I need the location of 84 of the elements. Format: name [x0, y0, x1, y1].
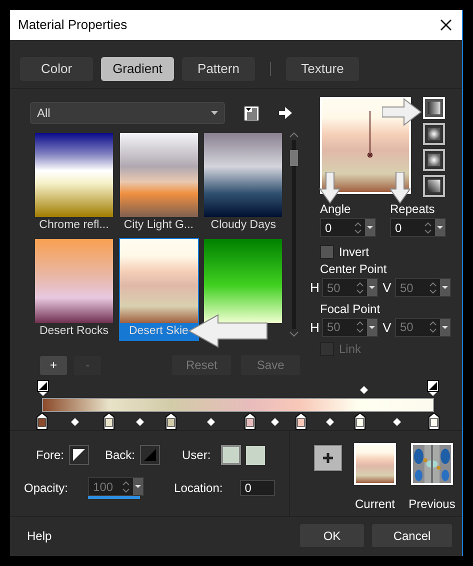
color-stop[interactable]	[165, 413, 178, 430]
filter-dropdown[interactable]: All	[30, 102, 225, 124]
angle-handle-icon[interactable]	[366, 111, 374, 161]
tab[interactable]: Texture	[286, 57, 359, 81]
h-spinner[interactable]: 50	[322, 278, 378, 298]
linear-style-icon[interactable]	[423, 97, 445, 119]
h-spinner[interactable]: 50	[322, 318, 378, 337]
pointer-arrow	[319, 172, 341, 204]
v-label: V	[382, 279, 392, 297]
add-swatch-button[interactable]	[314, 445, 342, 471]
v-spinner[interactable]: 50	[395, 318, 451, 337]
gradient-name: Desert Rocks	[39, 324, 109, 339]
checkbox[interactable]	[320, 245, 334, 259]
help-link[interactable]: Help	[27, 526, 52, 544]
color-marker-icon[interactable]	[37, 380, 49, 397]
scroll-down-icon[interactable]	[289, 331, 300, 337]
gradient-name: City Light G...	[124, 218, 194, 233]
close-icon[interactable]	[440, 19, 452, 31]
caret-icon	[211, 111, 218, 115]
back-label: Back:	[105, 447, 136, 464]
user-label: User:	[182, 447, 211, 464]
pointer-arrow	[382, 98, 422, 126]
color-stop[interactable]	[354, 413, 366, 430]
color-marker-icon[interactable]	[427, 380, 439, 397]
checkbox-label: Invert	[339, 244, 370, 261]
color-stop[interactable]	[244, 413, 256, 430]
h-label: H	[310, 318, 320, 336]
gradient-item[interactable]: City Light G...	[118, 132, 199, 235]
angle-spinner[interactable]: 0	[320, 218, 376, 237]
user-swatch[interactable]	[246, 446, 265, 464]
checkbox-label: Link	[339, 341, 362, 358]
repeats-spinner[interactable]: 0	[390, 218, 446, 237]
cancel-button[interactable]: Cancel	[372, 524, 452, 547]
midpoint-marker-icon[interactable]	[271, 418, 280, 426]
scroll-thumb[interactable]	[290, 150, 298, 166]
color-stop[interactable]	[294, 413, 307, 430]
gradient-name: Desert Skie	[128, 324, 188, 339]
ok-button[interactable]: OK	[300, 524, 364, 547]
arrow-right-icon[interactable]	[279, 107, 292, 119]
h-label: H	[310, 279, 320, 297]
gradient-item[interactable]: Chrome refl...	[34, 132, 114, 235]
radial-style-icon[interactable]	[423, 149, 445, 171]
location-label: Location:	[174, 480, 223, 497]
gradient-name: Cloudy Days	[210, 218, 276, 233]
color-stop[interactable]	[36, 413, 48, 430]
opacity-label: Opacity:	[24, 480, 68, 497]
scrollbar[interactable]	[288, 132, 300, 337]
gradient-preview[interactable]	[320, 97, 411, 194]
swatch-label: Previous	[408, 496, 456, 513]
rectangular-style-icon[interactable]	[423, 123, 445, 145]
background-swatch[interactable]	[140, 445, 160, 465]
gradient-item[interactable]: Desert Rocks	[34, 238, 114, 341]
plus-icon	[322, 452, 334, 464]
focal-point-label: Focal Point	[320, 302, 382, 316]
midpoint-marker-icon[interactable]	[326, 418, 334, 426]
window-title: Material Properties	[18, 16, 128, 34]
midpoint-marker-icon[interactable]	[360, 386, 368, 394]
midpoint-marker-icon[interactable]	[71, 418, 80, 426]
midpoint-marker-icon[interactable]	[206, 418, 215, 426]
tab[interactable]: Gradient	[101, 57, 174, 81]
color-stop[interactable]	[102, 413, 115, 430]
current-swatch[interactable]	[354, 443, 396, 485]
tab[interactable]: Color	[20, 57, 93, 81]
list-view-icon[interactable]	[244, 106, 259, 120]
user-swatch[interactable]	[220, 445, 241, 465]
angle-label: Angle	[320, 202, 352, 217]
midpoint-marker-icon[interactable]	[392, 418, 401, 426]
gradient-item[interactable]: Cloudy Days	[203, 132, 284, 235]
fore-label: Fore:	[36, 447, 64, 464]
center-point-label: Center Point	[320, 262, 388, 277]
gradient-name: Chrome refl...	[39, 218, 109, 233]
v-spinner[interactable]: 50	[395, 278, 451, 298]
v-label: V	[382, 318, 392, 336]
tab[interactable]: Pattern	[182, 57, 255, 81]
pointer-arrow	[389, 172, 411, 204]
sunburst-style-icon[interactable]	[423, 175, 445, 197]
repeats-label: Repeats	[390, 202, 436, 217]
foreground-swatch[interactable]	[69, 445, 89, 465]
location-field[interactable]: 0	[240, 480, 275, 496]
scroll-up-icon[interactable]	[289, 132, 300, 138]
color-stop[interactable]	[428, 413, 440, 430]
midpoint-marker-icon[interactable]	[136, 418, 144, 426]
swatch-label: Current	[354, 496, 395, 513]
add-stop-button[interactable]: +	[40, 356, 68, 374]
